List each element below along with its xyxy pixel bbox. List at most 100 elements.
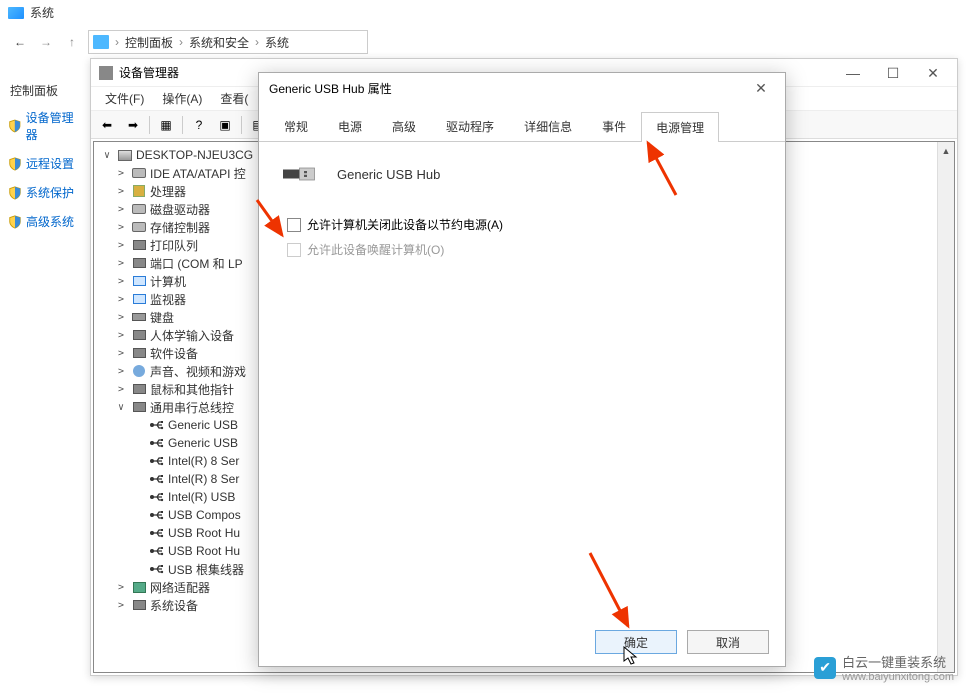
checkbox-label: 允许此设备唤醒计算机(O): [307, 241, 444, 258]
tree-label: 计算机: [150, 273, 186, 290]
ico-gen-icon: [131, 238, 147, 252]
tab-5[interactable]: 事件: [587, 111, 641, 141]
tree-toggle-icon[interactable]: >: [114, 276, 128, 287]
tree-toggle-icon[interactable]: >: [114, 348, 128, 359]
devmgr-title-text: 设备管理器: [119, 64, 179, 81]
window-controls: — ☐ ✕: [833, 61, 953, 85]
tree-toggle-icon[interactable]: >: [114, 240, 128, 251]
ico-disk-icon: [131, 166, 147, 180]
tab-0[interactable]: 常规: [269, 111, 323, 141]
tree-label: 键盘: [150, 309, 174, 326]
tb-prop[interactable]: ▦: [154, 114, 178, 136]
tree-label: 磁盘驱动器: [150, 201, 210, 218]
forward-button[interactable]: →: [34, 31, 58, 53]
props-title-text: Generic USB Hub 属性: [269, 80, 392, 97]
maximize-button[interactable]: ☐: [873, 61, 913, 85]
tree-label: USB Compos: [168, 508, 241, 522]
tree-toggle-icon[interactable]: >: [114, 168, 128, 179]
cp-link-advanced[interactable]: 高级系统: [0, 207, 92, 236]
ico-gen-icon: [131, 328, 147, 342]
tb-back[interactable]: ⬅: [95, 114, 119, 136]
tree-label: Intel(R) 8 Ser: [168, 472, 239, 486]
checkbox-icon: [287, 243, 301, 257]
breadcrumb-item[interactable]: 系统: [261, 34, 293, 51]
cp-link-device-manager[interactable]: 设备管理器: [0, 103, 92, 149]
checkbox-allow-wake: 允许此设备唤醒计算机(O): [287, 241, 761, 258]
tree-label: 网络适配器: [150, 579, 210, 596]
minimize-button[interactable]: —: [833, 61, 873, 85]
up-button[interactable]: ↑: [60, 31, 84, 53]
cp-link-remote[interactable]: 远程设置: [0, 149, 92, 178]
cursor-icon: [623, 646, 639, 666]
ico-usb-icon: [149, 508, 165, 522]
ico-aud-icon: [131, 364, 147, 378]
ico-disk-icon: [131, 202, 147, 216]
cp-link-protection[interactable]: 系统保护: [0, 178, 92, 207]
tab-2[interactable]: 高级: [377, 111, 431, 141]
tree-toggle-icon[interactable]: >: [114, 222, 128, 233]
checkbox-label: 允许计算机关闭此设备以节约电源(A): [307, 216, 503, 233]
cancel-button[interactable]: 取消: [687, 630, 769, 654]
tab-4[interactable]: 详细信息: [509, 111, 587, 141]
tree-label: 人体学输入设备: [150, 327, 234, 344]
toolbar-sep: [182, 116, 183, 134]
cp-link-label: 设备管理器: [26, 109, 84, 143]
tree-label: 打印队列: [150, 237, 198, 254]
breadcrumb-sep: ›: [177, 35, 185, 49]
ico-gen-icon: [131, 256, 147, 270]
ico-usb-icon: [149, 562, 165, 576]
tree-toggle-icon[interactable]: ∨: [100, 150, 114, 161]
breadcrumb-item[interactable]: 控制面板: [121, 34, 177, 51]
tree-label: USB Root Hu: [168, 544, 240, 558]
cp-link-label: 高级系统: [26, 213, 74, 230]
tree-label: Intel(R) 8 Ser: [168, 454, 239, 468]
menu-file[interactable]: 文件(F): [97, 88, 152, 109]
device-header: Generic USB Hub: [283, 162, 761, 186]
tree-toggle-icon[interactable]: >: [114, 204, 128, 215]
breadcrumb-sep: ›: [253, 35, 261, 49]
scrollbar[interactable]: ▲: [937, 142, 954, 672]
tb-fwd[interactable]: ➡: [121, 114, 145, 136]
tree-label: 监视器: [150, 291, 186, 308]
tree-toggle-icon[interactable]: >: [114, 186, 128, 197]
menu-view[interactable]: 查看(: [212, 88, 256, 109]
breadcrumb-sep: ›: [113, 35, 121, 49]
tabs: 常规电源高级驱动程序详细信息事件电源管理: [259, 103, 785, 142]
breadcrumb-item[interactable]: 系统和安全: [185, 34, 253, 51]
scroll-up-icon[interactable]: ▲: [938, 142, 954, 159]
breadcrumb[interactable]: › 控制面板 › 系统和安全 › 系统: [88, 30, 368, 54]
properties-dialog: Generic USB Hub 属性 ✕ 常规电源高级驱动程序详细信息事件电源管…: [258, 72, 786, 667]
watermark-logo-icon: ✔: [814, 657, 836, 679]
tab-3[interactable]: 驱动程序: [431, 111, 509, 141]
menu-action[interactable]: 操作(A): [154, 88, 210, 109]
tab-6[interactable]: 电源管理: [641, 112, 719, 142]
tree-toggle-icon[interactable]: ∨: [114, 402, 128, 413]
ico-usb-icon: [149, 454, 165, 468]
tree-toggle-icon[interactable]: >: [114, 384, 128, 395]
watermark-url: www.baiyunxitong.com: [842, 671, 954, 683]
cp-link-label: 远程设置: [26, 155, 74, 172]
tab-1[interactable]: 电源: [323, 111, 377, 141]
breadcrumb-icon: [93, 35, 109, 49]
ico-gen-icon: [131, 382, 147, 396]
back-button[interactable]: ←: [8, 31, 32, 53]
ico-usb-icon: [149, 544, 165, 558]
tree-toggle-icon[interactable]: >: [114, 600, 128, 611]
close-button[interactable]: ✕: [747, 76, 775, 100]
tree-toggle-icon[interactable]: >: [114, 294, 128, 305]
nav-arrows: ← → ↑: [8, 31, 84, 53]
tree-toggle-icon[interactable]: >: [114, 312, 128, 323]
tree-label: Generic USB: [168, 418, 238, 432]
tree-label: 声音、视频和游戏: [150, 363, 246, 380]
checkbox-allow-poweroff[interactable]: 允许计算机关闭此设备以节约电源(A): [287, 216, 761, 233]
tree-toggle-icon[interactable]: >: [114, 582, 128, 593]
tb-help[interactable]: ?: [187, 114, 211, 136]
tree-toggle-icon[interactable]: >: [114, 330, 128, 341]
checkbox-icon[interactable]: [287, 218, 301, 232]
ico-mon-icon: [131, 274, 147, 288]
tree-toggle-icon[interactable]: >: [114, 366, 128, 377]
tree-toggle-icon[interactable]: >: [114, 258, 128, 269]
close-button[interactable]: ✕: [913, 61, 953, 85]
tb-scan[interactable]: ▣: [213, 114, 237, 136]
tree-label: 通用串行总线控: [150, 399, 234, 416]
